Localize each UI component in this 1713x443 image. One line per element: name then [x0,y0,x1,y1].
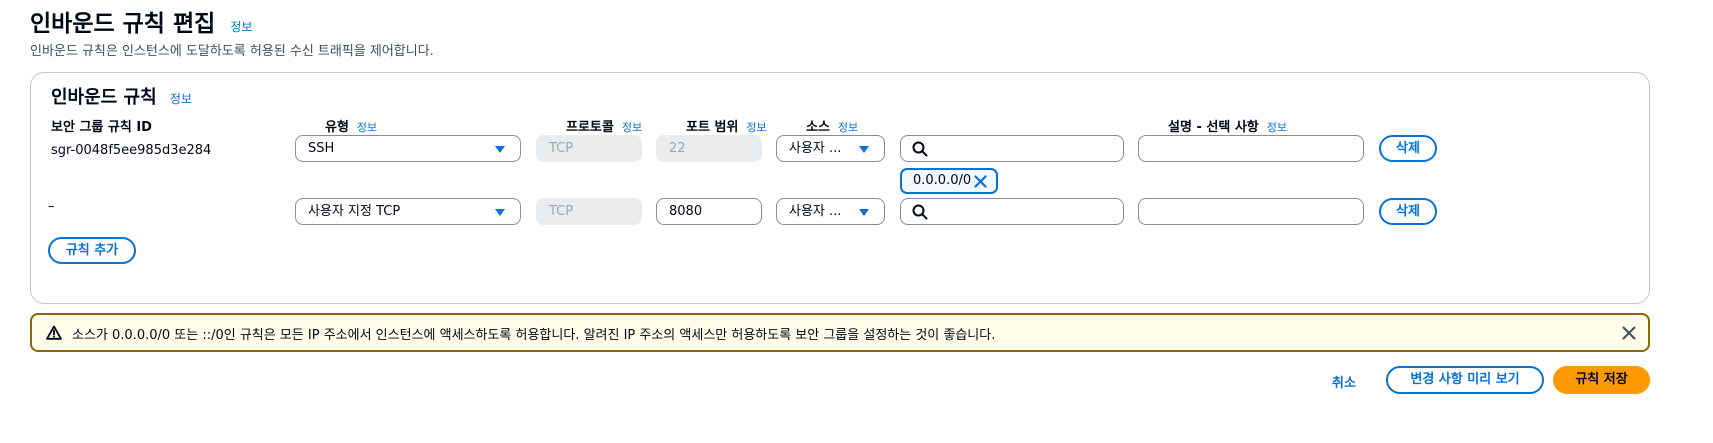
source-search-input[interactable] [900,198,1124,225]
type-select-value: 사용자 지정 TCP [308,204,401,219]
type-select[interactable]: 사용자 지정 TCP [295,198,521,225]
port-range-info-link[interactable]: 정보 [746,121,766,134]
panel-title: 인바운드 규칙 정보 [51,83,192,109]
inbound-rules-panel: 인바운드 규칙 정보 보안 그룹 규칙 ID 유형 정보 프로토콜 정보 포트 범위… [30,72,1650,304]
page-title-text: 인바운드 규칙 편집 [30,11,216,37]
page-description: 인바운드 규칙은 인스턴스에 도달하도록 허용된 수신 트래픽을 제어합니다. [30,44,434,59]
source-type-value: 사용자 ... [789,204,842,219]
column-header-type: 유형 정보 [325,116,377,135]
warning-alert: 소스가 0.0.0.0/0 또는 ::/0인 규칙은 모든 IP 주소에서 인스… [30,313,1650,352]
column-header-rule-id-label: 보안 그룹 규칙 ID [51,120,152,135]
cidr-token-label: 0.0.0.0/0 [913,173,972,188]
column-header-source: 소스 정보 [806,116,858,135]
column-header-protocol-label: 프로토콜 [566,120,614,135]
column-header-port-range-label: 포트 범위 [686,120,739,135]
source-info-link[interactable]: 정보 [838,121,858,134]
description-input[interactable] [1138,198,1364,225]
rule-id-value: – [48,199,55,214]
cidr-token: 0.0.0.0/0 [900,168,998,194]
close-icon[interactable] [974,175,987,188]
warning-text: 소스가 0.0.0.0/0 또는 ::/0인 규칙은 모든 IP 주소에서 인스… [72,328,996,343]
cancel-button[interactable]: 취소 [1332,372,1356,391]
preview-changes-button[interactable]: 변경 사항 미리 보기 [1386,366,1544,394]
port-range-input[interactable]: 8080 [656,198,762,225]
save-rules-button[interactable]: 규칙 저장 [1553,366,1650,394]
column-header-protocol: 프로토콜 정보 [566,116,642,135]
add-rule-button[interactable]: 규칙 추가 [48,237,136,264]
panel-title-text: 인바운드 규칙 [51,87,157,108]
column-header-source-label: 소스 [806,120,830,135]
delete-rule-button[interactable]: 삭제 [1379,198,1437,225]
type-select-value: SSH [308,141,335,156]
page-info-link[interactable]: 정보 [230,20,252,34]
type-select[interactable]: SSH [295,135,521,162]
chevron-down-icon [495,146,505,153]
chevron-down-icon [859,209,869,216]
column-header-rule-id: 보안 그룹 규칙 ID [51,116,152,135]
column-header-description-label: 설명 - 선택 사항 [1168,120,1259,135]
column-header-description: 설명 - 선택 사항 정보 [1168,116,1287,135]
type-info-link[interactable]: 정보 [357,121,377,134]
warning-icon [46,325,62,340]
source-type-select[interactable]: 사용자 ... [776,135,885,162]
column-header-port-range: 포트 범위 정보 [686,116,767,135]
page-title: 인바운드 규칙 편집 정보 [30,4,252,38]
source-type-select[interactable]: 사용자 ... [776,198,885,225]
protocol-info-link[interactable]: 정보 [622,121,642,134]
chevron-down-icon [859,146,869,153]
chevron-down-icon [495,209,505,216]
protocol-field: TCP [536,135,642,162]
dismiss-warning-icon[interactable] [1622,326,1636,340]
search-icon [912,204,928,220]
port-range-field: 22 [656,135,762,162]
delete-rule-button[interactable]: 삭제 [1379,135,1437,162]
rule-id-value: sgr-0048f5ee985d3e284 [51,143,212,158]
description-input[interactable] [1138,135,1364,162]
source-search-input[interactable] [900,135,1124,162]
protocol-field: TCP [536,198,642,225]
description-info-link[interactable]: 정보 [1267,121,1287,134]
column-header-type-label: 유형 [325,120,349,135]
source-type-value: 사용자 ... [789,141,842,156]
search-icon [912,141,928,157]
panel-info-link[interactable]: 정보 [170,92,192,106]
